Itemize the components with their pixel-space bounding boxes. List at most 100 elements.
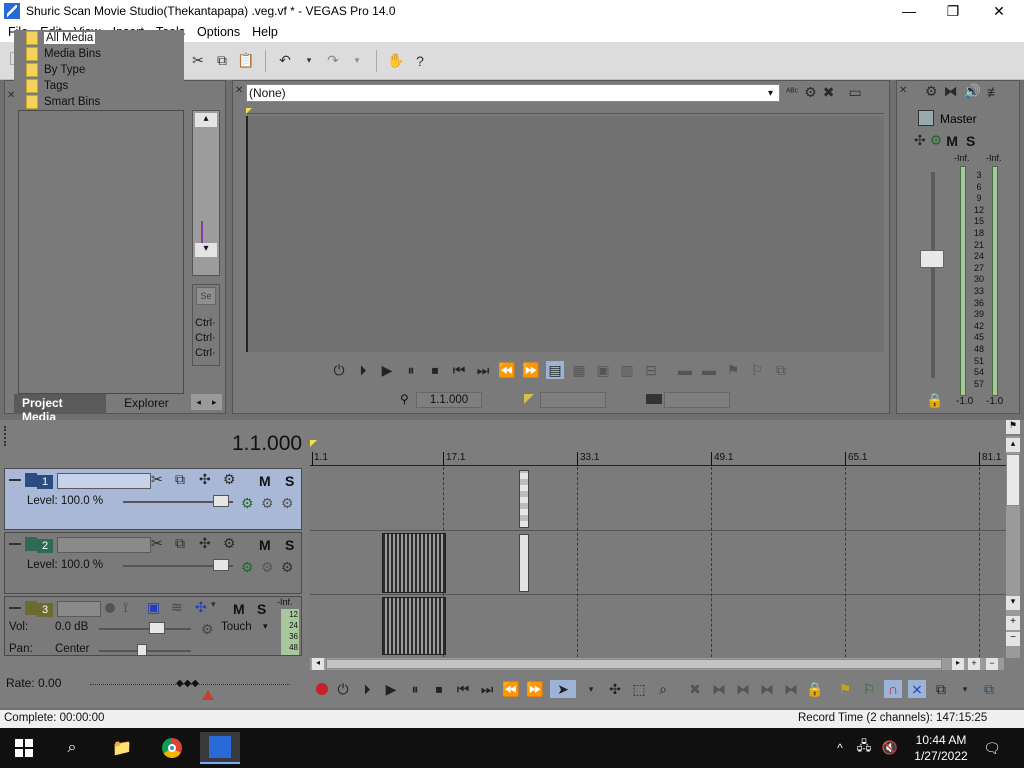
safe-area-icon[interactable]: ▣ — [594, 361, 612, 379]
composite-icon[interactable]: ✣ — [199, 471, 211, 488]
split-screen-icon[interactable]: ▤ — [546, 361, 564, 379]
tool-dropdown-icon[interactable]: ▾ — [582, 680, 600, 698]
menu-help[interactable]: Help — [246, 25, 284, 39]
tab-explorer[interactable]: Explorer — [106, 394, 187, 414]
arm-record-icon[interactable] — [105, 603, 115, 613]
mixer-downmix-icon[interactable]: ⧓ — [944, 83, 958, 100]
volume-muted-icon[interactable]: 🔇 — [880, 732, 900, 764]
audio-event[interactable] — [382, 597, 446, 655]
trim-end-icon[interactable]: ⧓ — [758, 680, 776, 698]
auto-crossfade-icon[interactable]: ⨯ — [908, 680, 926, 698]
go-to-start-icon[interactable]: ⏮ — [450, 361, 468, 379]
solo-button[interactable]: S — [257, 601, 266, 617]
play-icon[interactable]: ▶ — [378, 361, 396, 379]
volume-slider-thumb[interactable] — [149, 622, 165, 634]
invert-phase-icon[interactable]: ≋ — [171, 599, 183, 616]
undo-icon[interactable]: ↶ — [276, 52, 294, 70]
video-event[interactable] — [382, 533, 446, 593]
track-fx-chain-icon[interactable]: ⚙ — [241, 495, 254, 512]
loop-playback-icon[interactable]: ⏻ — [334, 680, 352, 698]
pause-icon[interactable]: ⏸ — [406, 680, 424, 698]
track-name-field[interactable] — [57, 601, 101, 617]
marker-flag-icon[interactable]: ⚑ — [1006, 420, 1020, 434]
whats-this-help-icon[interactable]: ? — [411, 52, 429, 70]
notifications-icon[interactable]: 🗨 — [974, 732, 1010, 764]
show-hidden-icons-icon[interactable]: ^ — [830, 732, 850, 764]
zoom-tool-icon[interactable]: ⌕ — [654, 680, 672, 698]
automation-mode-icon[interactable]: ⚙ — [201, 621, 214, 638]
menu-options[interactable]: Options — [191, 25, 246, 39]
scroll-left-icon[interactable]: ◂ — [312, 658, 324, 670]
save-snapshot-icon[interactable]: ▬ — [700, 361, 718, 379]
next-frame-icon[interactable]: ⏩ — [526, 680, 544, 698]
snap-icon[interactable]: ⊟ — [642, 361, 660, 379]
track-minimize-icon[interactable] — [9, 479, 21, 481]
panel-close-icon[interactable]: ✕ — [899, 85, 907, 96]
next-frame-icon[interactable]: ⏩ — [522, 361, 540, 379]
file-explorer-icon[interactable]: 📁 — [102, 732, 142, 764]
zoom-in-icon[interactable]: + — [968, 658, 980, 670]
video-event[interactable] — [519, 470, 529, 528]
mixer-eq-icon[interactable]: ≢ — [987, 83, 1001, 100]
compositing-mode-icon[interactable]: ⚙ — [223, 471, 236, 488]
trim-start-icon[interactable]: ⧓ — [734, 680, 752, 698]
scroll-down-icon[interactable]: ▾ — [1006, 596, 1020, 610]
scroll-thumb[interactable] — [326, 659, 942, 669]
vegas-taskbar-icon[interactable] — [200, 732, 240, 764]
zoom-in-icon[interactable]: + — [1006, 616, 1020, 630]
solo-button[interactable]: S — [966, 133, 975, 149]
close-button[interactable]: ✕ — [976, 0, 1022, 22]
zoom-out-icon[interactable]: − — [1006, 632, 1020, 646]
stop-icon[interactable]: ⏹ — [430, 680, 448, 698]
preset-settings-icon[interactable]: ⚙ — [804, 84, 817, 101]
lock-icon[interactable]: 🔒 — [806, 680, 824, 698]
previous-frame-icon[interactable]: ⏪ — [502, 680, 520, 698]
track-header-3[interactable]: 3 ⟟ ▣ ≋ ✣ ▾ M S -Inf. 12 24 36 48 Vol: 0… — [4, 596, 302, 656]
level-slider-thumb[interactable] — [213, 495, 229, 507]
track-fx-chain-icon[interactable]: ⚙ — [241, 559, 254, 576]
selection-tool-icon[interactable]: ⬚ — [630, 680, 648, 698]
stop-icon[interactable]: ⏹ — [426, 361, 444, 379]
preview-preset-select[interactable]: (None) ▾ — [246, 84, 780, 102]
volume-slider[interactable] — [99, 622, 191, 634]
search-icon[interactable]: ⌕ — [52, 732, 92, 764]
go-to-end-icon[interactable]: ⏭ — [474, 361, 492, 379]
tab-scroll-right-icon[interactable]: ▸ — [206, 394, 223, 410]
envelope-tool-icon[interactable]: ✣ — [606, 680, 624, 698]
scroll-thumb[interactable] — [1006, 454, 1020, 506]
preview-options-icon[interactable]: ▭ — [849, 84, 862, 101]
master-fader-knob[interactable] — [920, 250, 944, 268]
ripple-edit-icon[interactable]: ⧉ — [932, 680, 950, 698]
solo-button[interactable]: S — [285, 537, 294, 553]
level-slider[interactable] — [123, 559, 233, 571]
redo-dropdown-icon[interactable]: ▾ — [348, 52, 366, 70]
side-action-button[interactable]: Se — [196, 287, 216, 305]
mute-button[interactable]: M — [259, 537, 271, 553]
delete-preset-icon[interactable]: ✖ — [823, 84, 835, 101]
make-compositing-child-icon[interactable]: ⚙ — [281, 495, 294, 512]
track-name-field[interactable] — [57, 473, 151, 489]
spell-check-icon[interactable]: ᴬᴮᶜ — [786, 84, 798, 101]
track-header-2[interactable]: 2 ✂ ⧉ ✣ ⚙ M S Level: 100.0 % ⚙ ⚙ ⚙ — [4, 532, 302, 594]
tree-item-all-media[interactable]: All Media — [26, 30, 96, 46]
parent-motion-icon[interactable]: ⚙ — [261, 495, 274, 512]
tree-item-smart-bins[interactable]: Smart Bins — [26, 94, 100, 110]
solo-button[interactable]: S — [285, 473, 294, 489]
insert-marker-icon[interactable]: ⚑ — [836, 680, 854, 698]
track-fx-icon[interactable]: ⧉ — [175, 471, 185, 488]
docking-grip[interactable] — [4, 426, 8, 446]
master-fader-track[interactable] — [931, 172, 935, 378]
track-minimize-icon[interactable] — [9, 543, 21, 545]
tree-item-media-bins[interactable]: Media Bins — [26, 46, 101, 62]
ripple-dropdown-icon[interactable]: ▾ — [956, 680, 974, 698]
record-icon[interactable] — [316, 683, 328, 695]
normal-edit-tool-icon[interactable]: ➤ — [550, 680, 576, 698]
mute-button[interactable]: M — [259, 473, 271, 489]
insert-region-icon[interactable]: ⚐ — [860, 680, 878, 698]
play-from-start-icon[interactable]: ⏵ — [354, 361, 372, 379]
level-slider[interactable] — [123, 495, 233, 507]
trim-icon[interactable]: ⧓ — [710, 680, 728, 698]
scroll-thumb[interactable] — [201, 221, 203, 243]
mixer-settings-icon[interactable]: ⚙ — [925, 83, 938, 100]
automation-icon[interactable]: ✣ — [195, 599, 207, 616]
